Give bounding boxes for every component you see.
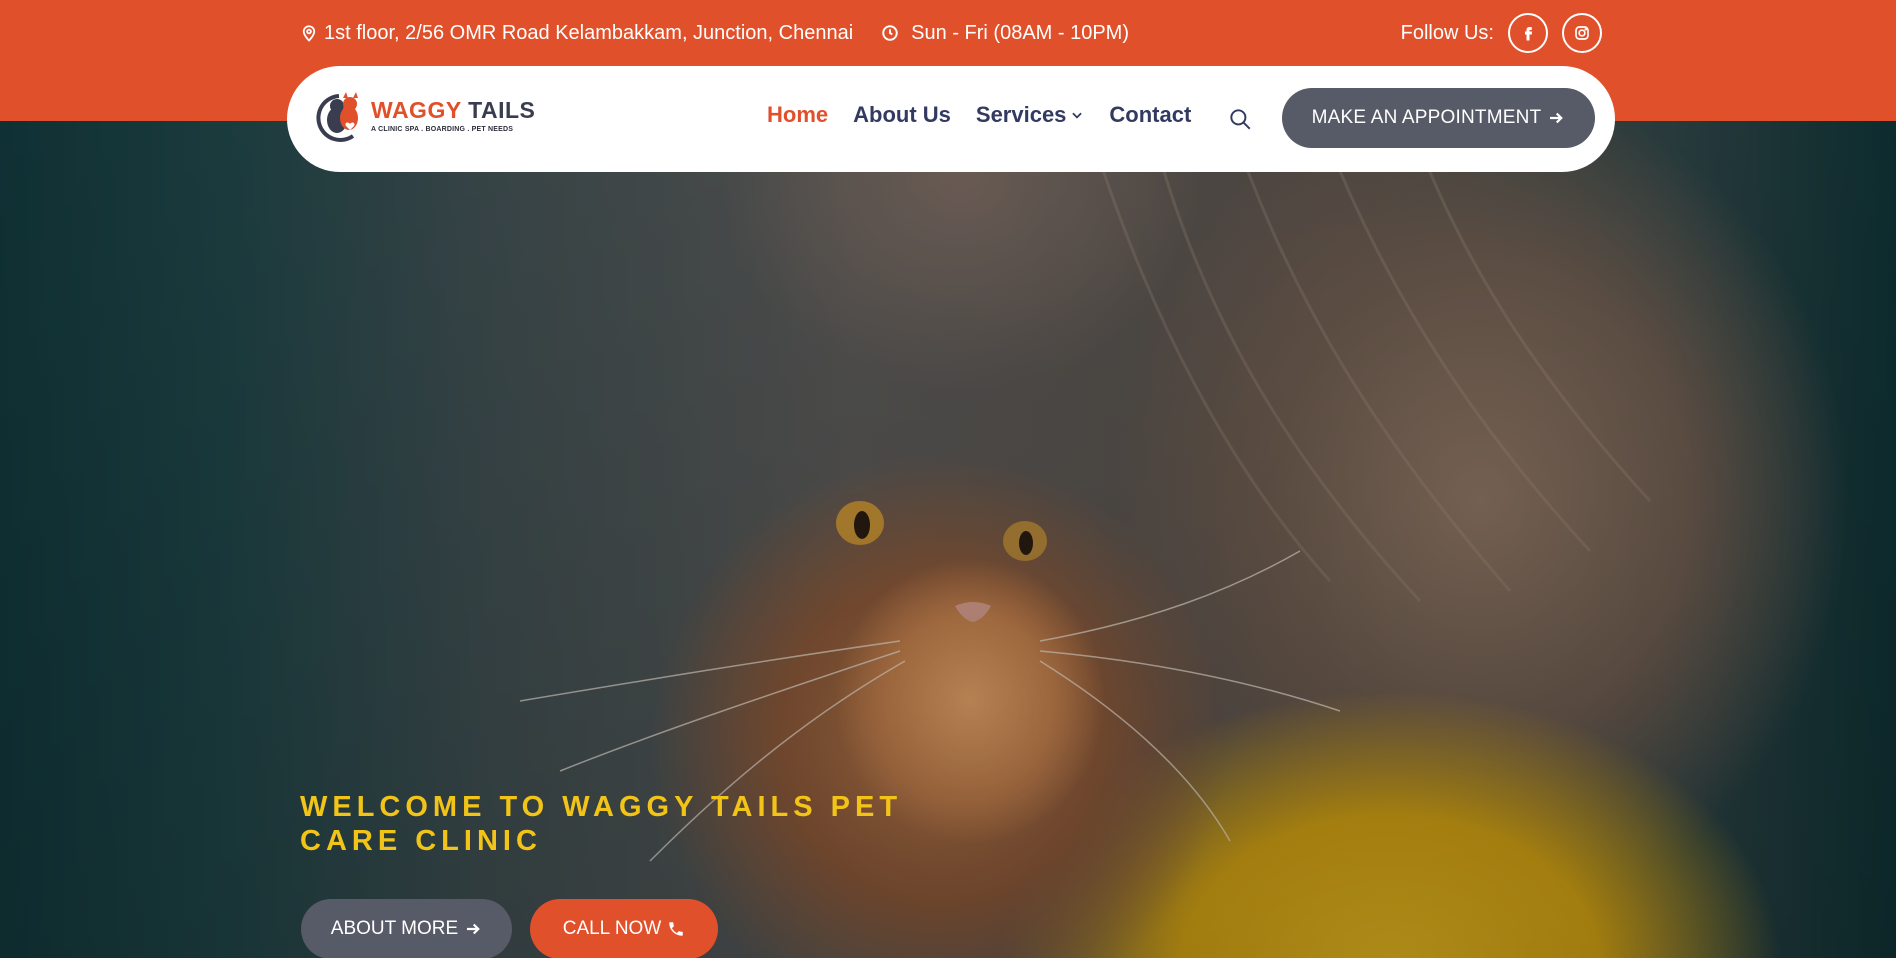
chevron-down-icon [1072, 112, 1083, 119]
nav-item-contact[interactable]: Contact [1109, 102, 1191, 128]
hours-text: Sun - Fri (08AM - 10PM) [911, 21, 1129, 44]
facebook-icon [1525, 27, 1533, 41]
map-pin-icon [302, 25, 316, 42]
nav-item-about-us[interactable]: About Us [853, 102, 951, 128]
nav-item-home[interactable]: Home [767, 102, 828, 128]
follow-us-label: Follow Us: [1400, 21, 1494, 44]
search-icon[interactable] [1227, 106, 1253, 132]
hours-info: Sun - Fri (08AM - 10PM) [881, 22, 1129, 45]
site-logo[interactable]: WAGGY TAILS A CLINIC SPA . BOARDING . PE… [313, 90, 535, 142]
nav-menu: Home About Us Services Contact [767, 102, 1191, 128]
clock-icon [882, 25, 898, 41]
facebook-link[interactable] [1508, 13, 1548, 53]
logo-subtitle: A CLINIC SPA . BOARDING . PET NEEDS [371, 126, 514, 133]
instagram-link[interactable] [1562, 13, 1602, 53]
address-text: 1st floor, 2/56 OMR Road Kelambakkam, Ju… [324, 21, 854, 44]
logo-title: WAGGY TAILS [371, 99, 535, 122]
logo-title-waggy: WAGGY [371, 97, 462, 123]
hero-welcome-heading: WELCOME TO WAGGY TAILS PET CARE CLINIC [300, 791, 903, 857]
arrow-right-icon [1550, 112, 1564, 124]
about-more-label: ABOUT MORE [330, 918, 459, 939]
make-appointment-label: MAKE AN APPOINTMENT [1311, 107, 1542, 128]
instagram-icon [1575, 26, 1589, 40]
top-info-bar-content: 1st floor, 2/56 OMR Road Kelambakkam, Ju… [300, 13, 1602, 53]
call-now-label: CALL NOW [562, 918, 662, 939]
phone-icon [669, 922, 684, 936]
logo-text: WAGGY TAILS A CLINIC SPA . BOARDING . PE… [371, 99, 535, 134]
logo-pet-icon [316, 92, 358, 142]
nav-item-services[interactable]: Services [976, 102, 1085, 128]
arrow-right-icon [467, 923, 481, 935]
about-more-button[interactable]: ABOUT MORE [301, 899, 512, 958]
address-info: 1st floor, 2/56 OMR Road Kelambakkam, Ju… [300, 22, 853, 45]
nav-item-services-label: Services [975, 102, 1067, 127]
follow-us: Follow Us: [1401, 13, 1602, 53]
make-appointment-button[interactable]: MAKE AN APPOINTMENT [1282, 88, 1595, 148]
call-now-button[interactable]: CALL NOW [530, 899, 718, 958]
main-navigation: WAGGY TAILS A CLINIC SPA . BOARDING . PE… [287, 66, 1615, 172]
logo-title-tails: TAILS [468, 97, 536, 123]
